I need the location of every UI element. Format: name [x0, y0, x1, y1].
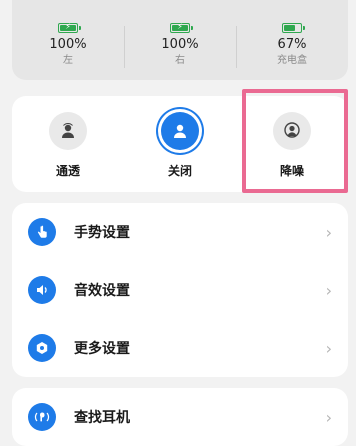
anc-mode-selector: 通透 关闭 降噪	[12, 96, 348, 192]
menu-item-gesture[interactable]: 手势设置 ›	[12, 203, 348, 261]
menu-item-more-settings[interactable]: 更多设置 ›	[12, 319, 348, 377]
battery-label: 右	[175, 55, 185, 66]
chevron-right-icon: ›	[325, 280, 332, 300]
chevron-right-icon: ›	[325, 407, 332, 427]
menu-item-label: 查找耳机	[74, 410, 130, 426]
menu-item-find-earbuds[interactable]: 查找耳机 ›	[12, 388, 348, 446]
battery-charging-icon: ⚡	[170, 22, 193, 33]
settings-menu: 手势设置 › 音效设置 › 更多设置 ›	[12, 203, 348, 377]
battery-right: ⚡ 100% 右	[124, 0, 236, 68]
battery-case: 67% 充电盒	[236, 0, 348, 68]
battery-left: ⚡ 100% 左	[12, 0, 124, 68]
battery-label: 左	[63, 55, 73, 66]
anc-option-off[interactable]: 关闭	[124, 96, 236, 192]
noise-cancel-icon	[273, 112, 311, 150]
gesture-icon	[28, 218, 56, 246]
find-earbuds-card: 查找耳机 ›	[12, 388, 348, 446]
battery-icon	[282, 23, 305, 33]
anc-off-icon	[161, 112, 199, 150]
battery-label: 充电盒	[277, 55, 307, 66]
more-settings-icon	[28, 334, 56, 362]
battery-percent: 100%	[49, 37, 87, 52]
battery-fill	[284, 25, 295, 31]
battery-percent: 67%	[277, 37, 307, 52]
chevron-right-icon: ›	[325, 222, 332, 242]
battery-status-card: ⚡ 100% 左 ⚡ 100% 右 67% 充电盒	[12, 0, 348, 80]
chevron-right-icon: ›	[325, 338, 332, 358]
sound-effect-icon	[28, 276, 56, 304]
battery-charging-icon: ⚡	[58, 22, 81, 33]
find-earbuds-icon	[28, 403, 56, 431]
anc-option-label: 关闭	[167, 164, 192, 178]
anc-option-noise-cancel[interactable]: 降噪	[236, 96, 348, 192]
anc-option-label: 降噪	[279, 164, 304, 178]
menu-item-label: 音效设置	[74, 283, 130, 299]
battery-percent: 100%	[161, 37, 199, 52]
menu-item-sound-effect[interactable]: 音效设置 ›	[12, 261, 348, 319]
anc-option-transparency[interactable]: 通透	[12, 96, 124, 192]
menu-item-label: 更多设置	[74, 341, 130, 357]
transparency-icon	[49, 112, 87, 150]
menu-item-label: 手势设置	[74, 225, 130, 241]
anc-option-label: 通透	[55, 164, 80, 178]
